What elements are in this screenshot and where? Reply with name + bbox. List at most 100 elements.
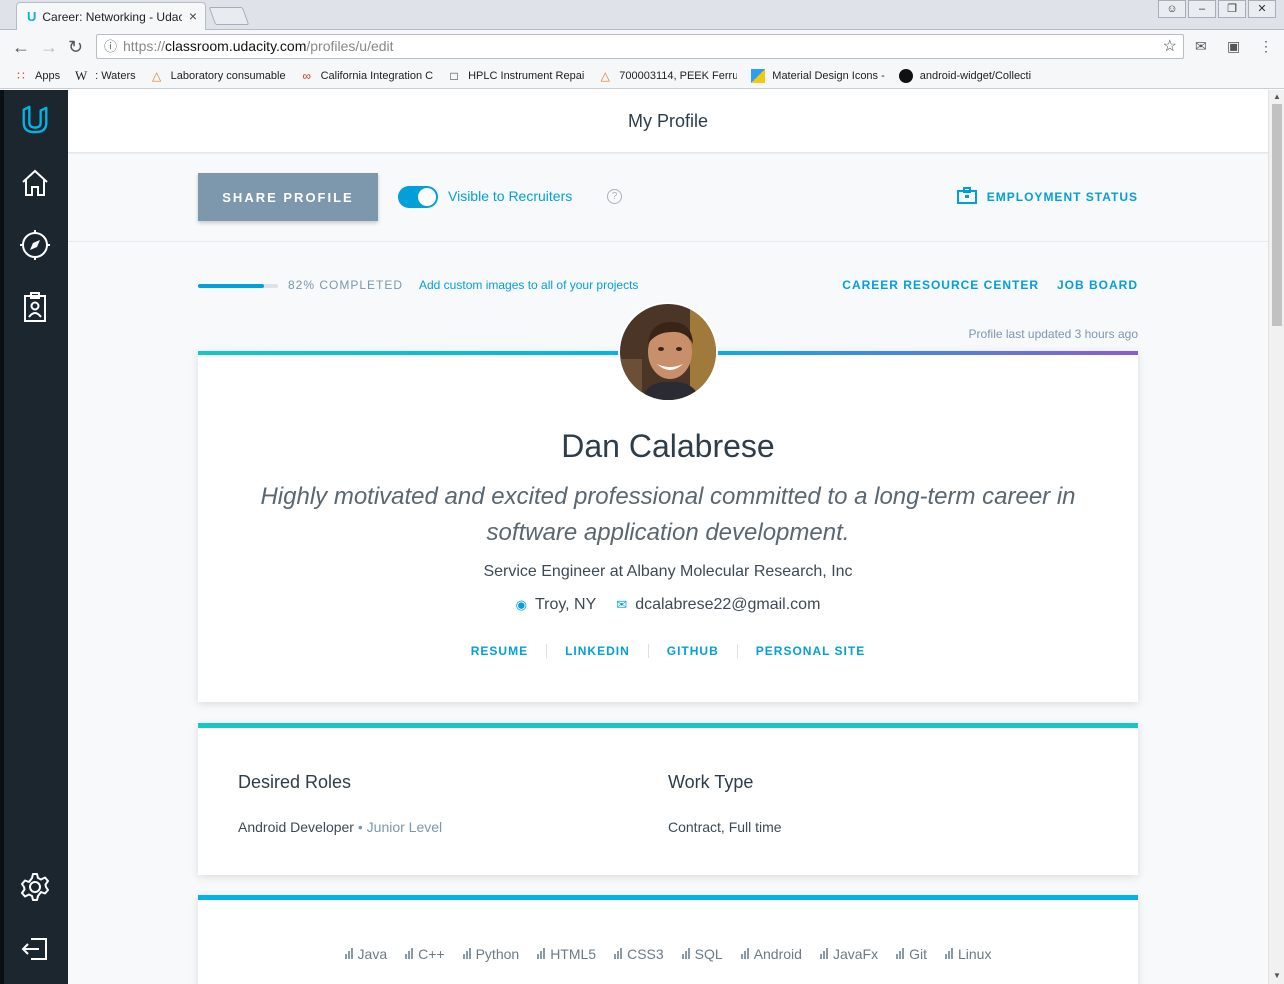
back-arrow-icon[interactable]: ←	[12, 37, 30, 58]
bookmark-label: Laboratory consumable	[170, 69, 286, 82]
home-icon[interactable]	[19, 167, 51, 199]
scroll-up-icon[interactable]: ▲	[1273, 92, 1281, 101]
window-controls: ☺ – ❐ ✕	[1156, 0, 1276, 20]
career-resource-center-link[interactable]: CAREER RESOURCE CENTER	[842, 278, 1039, 292]
linkedin-link[interactable]: LINKEDIN	[546, 644, 648, 658]
url-path: /profiles/u/edit	[306, 38, 394, 54]
flask-icon: △	[600, 68, 610, 83]
bookmark-hplc[interactable]: □ HPLC Instrument Repai	[447, 69, 584, 83]
reload-icon[interactable]: ↻	[68, 37, 83, 58]
bookmark-lab[interactable]: △ Laboratory consumable	[150, 69, 286, 83]
skill-level-icon	[537, 946, 546, 962]
profile-progress-row: 82% COMPLETED Add custom images to all o…	[198, 277, 1138, 297]
profile-links: RESUME LINKEDIN GITHUB PERSONAL SITE	[198, 644, 1138, 658]
profile-icon[interactable]: ☺	[1158, 0, 1186, 18]
badge-id-icon[interactable]	[19, 291, 51, 323]
profile-contact: ◉ Troy, NY ✉ dcalabrese22@gmail.com	[198, 596, 1138, 614]
career-links: CAREER RESOURCE CENTER JOB BOARD	[824, 278, 1138, 292]
tab-title: Career: Networking - Udaci	[42, 9, 183, 24]
bookmark-apps[interactable]: ∷ Apps	[14, 69, 60, 83]
profile-location: Troy, NY	[534, 596, 597, 613]
skill-tag: Python	[462, 946, 519, 962]
skills-list: Java C++ Python HTML5 CSS3 SQL Android JavaFx Gi…	[198, 946, 1138, 962]
work-type-value: Contract, Full time	[668, 819, 782, 835]
visible-to-recruiters-toggle[interactable]	[398, 186, 438, 208]
main-content: My Profile SHARE PROFILE Visible to Recr…	[68, 90, 1268, 984]
help-icon[interactable]: ?	[607, 189, 622, 204]
restore-icon[interactable]: ❐	[1218, 0, 1246, 18]
browser-toolbar: ← → ↻ ⓘ https://classroom.udacity.com/pr…	[0, 30, 1284, 63]
bookmark-label: HPLC Instrument Repai	[468, 69, 585, 82]
bookmark-peek[interactable]: △ 700003114, PEEK Ferru	[598, 68, 738, 83]
skill-label: C++	[418, 946, 445, 962]
skill-tag: HTML5	[537, 946, 596, 962]
github-link[interactable]: GITHUB	[647, 644, 737, 658]
bookmark-label: android-widget/Collecti	[919, 69, 1032, 82]
profile-updated-text: Profile last updated 3 hours ago	[968, 327, 1138, 341]
desired-roles-value: Android Developer • Junior Level	[238, 819, 442, 835]
udacity-logo-icon[interactable]	[19, 104, 51, 136]
site-info-icon[interactable]: ⓘ	[104, 35, 117, 58]
skill-label: Linux	[957, 946, 992, 962]
close-window-icon[interactable]: ✕	[1248, 0, 1276, 18]
udacity-favicon-icon: U	[27, 9, 37, 24]
email-icon: ✉	[616, 597, 628, 612]
browser-tab[interactable]: U Career: Networking - Udaci ×	[16, 2, 206, 30]
resume-link[interactable]: RESUME	[453, 644, 546, 658]
avatar[interactable]	[618, 302, 718, 402]
job-board-link[interactable]: JOB BOARD	[1057, 278, 1138, 292]
close-tab-icon[interactable]: ×	[189, 8, 197, 24]
profile-job: Service Engineer at Albany Molecular Res…	[483, 563, 853, 580]
skill-label: HTML5	[550, 946, 597, 962]
profile-completion-bar	[198, 284, 278, 288]
employment-status-label: EMPLOYMENT STATUS	[986, 190, 1138, 204]
skill-tag: SQL	[681, 946, 723, 962]
work-type-heading: Work Type	[668, 772, 754, 792]
personal-site-link[interactable]: PERSONAL SITE	[736, 644, 883, 658]
profile-tagline: Highly motivated and excited professiona…	[260, 483, 1076, 546]
desired-roles-heading: Desired Roles	[238, 772, 352, 792]
skill-tag: CSS3	[614, 946, 664, 962]
logout-icon[interactable]	[19, 933, 51, 965]
toggle-knob	[418, 188, 436, 206]
url-protocol: https://	[123, 38, 166, 54]
settings-gear-icon[interactable]	[19, 871, 51, 903]
bookmark-github[interactable]: android-widget/Collecti	[898, 68, 1032, 83]
skill-label: SQL	[694, 946, 723, 962]
menu-dots-icon[interactable]: ⋮	[1259, 38, 1275, 54]
skill-label: Git	[909, 946, 927, 962]
extension-icon[interactable]: ▣	[1227, 38, 1243, 54]
scroll-down-icon[interactable]: ▼	[1273, 971, 1281, 980]
page-header: My Profile	[68, 90, 1268, 153]
address-bar[interactable]: ⓘ https://classroom.udacity.com/profiles…	[96, 34, 1184, 59]
skills-card: Java C++ Python HTML5 CSS3 SQL Android JavaFx Gi…	[198, 895, 1138, 984]
bookmark-california[interactable]: ∞ California Integration C	[300, 69, 433, 83]
mail-extension-icon[interactable]: ✉	[1195, 38, 1211, 54]
bookmark-label: : Waters	[95, 69, 136, 82]
apps-grid-icon: ∷	[17, 68, 25, 83]
minimize-icon[interactable]: –	[1188, 0, 1216, 18]
new-tab-button[interactable]	[208, 7, 250, 25]
skill-tag: Linux	[944, 946, 992, 962]
compass-icon[interactable]	[19, 229, 51, 261]
bookmark-material[interactable]: Material Design Icons -	[751, 68, 885, 83]
add-custom-images-link[interactable]: Add custom images to all of your project…	[419, 278, 638, 292]
profile-name: Dan Calabrese	[561, 428, 775, 464]
employment-status-button[interactable]: EMPLOYMENT STATUS	[956, 187, 1138, 207]
desired-level: Junior Level	[366, 819, 443, 835]
visible-to-recruiters-label[interactable]: Visible to Recruiters	[448, 188, 572, 204]
skill-label: Android	[753, 946, 802, 962]
scrollbar-thumb[interactable]	[1272, 104, 1282, 326]
share-profile-button[interactable]: SHARE PROFILE	[198, 173, 378, 221]
bookmark-label: Material Design Icons -	[772, 69, 885, 82]
skill-level-icon	[405, 946, 414, 962]
page-scrollbar[interactable]: ▲ ▼	[1268, 90, 1284, 984]
profile-card: Dan Calabrese Highly motivated and excit…	[198, 302, 1138, 702]
forward-arrow-icon[interactable]: →	[40, 37, 58, 58]
profile-action-bar: SHARE PROFILE Visible to Recruiters ? EM…	[68, 154, 1268, 242]
desired-role: Android Developer	[238, 819, 354, 835]
skill-level-icon	[740, 946, 750, 962]
bookmark-star-icon[interactable]: ☆	[1163, 35, 1177, 58]
bookmark-waters[interactable]: W: Waters	[74, 68, 136, 83]
profile-email[interactable]: dcalabrese22@gmail.com	[635, 596, 820, 613]
